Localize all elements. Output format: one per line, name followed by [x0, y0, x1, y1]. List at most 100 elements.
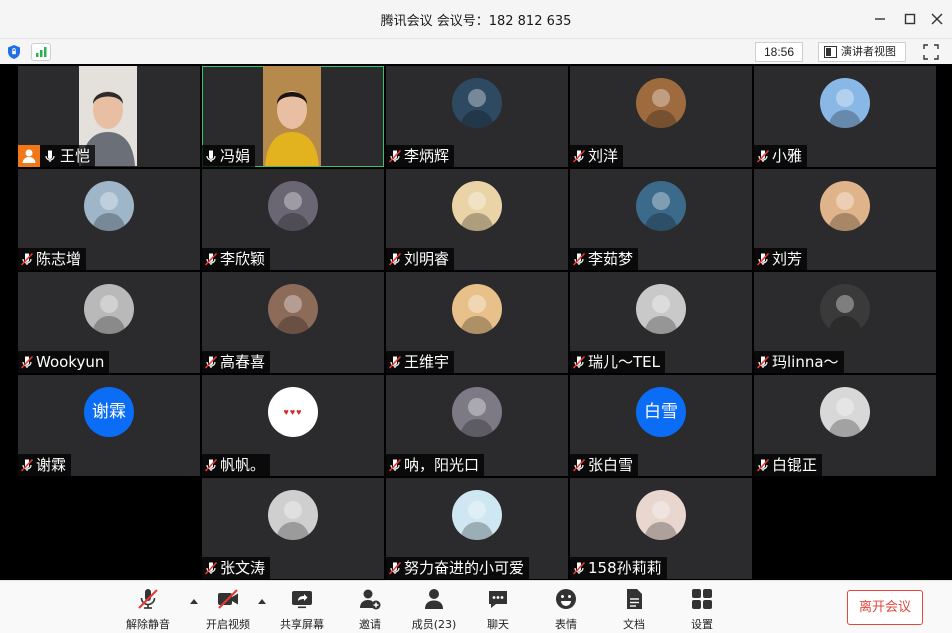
participant-tile[interactable]: 白锟正	[754, 375, 936, 476]
settings-button[interactable]: 设置	[672, 587, 732, 633]
unmute-button[interactable]: 解除静音	[118, 587, 178, 633]
microphone-muted-icon	[388, 149, 402, 163]
avatar	[636, 490, 686, 540]
participant-name-label: 玛linna～	[754, 351, 844, 373]
avatar	[268, 181, 318, 231]
participant-tile[interactable]: 刘明睿	[386, 169, 568, 270]
avatar	[268, 490, 318, 540]
participant-tile[interactable]: 小雅	[754, 66, 936, 167]
members-icon	[425, 589, 443, 609]
meeting-info-bar: 18:56 演讲者视图	[0, 38, 952, 64]
avatar-image	[84, 284, 134, 334]
minimize-button[interactable]	[869, 8, 891, 30]
smiley-icon	[556, 589, 576, 609]
members-button[interactable]: 成员(23)	[404, 587, 464, 633]
avatar	[636, 78, 686, 128]
microphone-muted-icon	[20, 252, 34, 266]
microphone-muted-icon	[20, 355, 34, 369]
participant-name-label: Wookyun	[18, 351, 110, 373]
invite-button[interactable]: 邀请	[340, 587, 400, 633]
participant-name-label: 瑞儿～TEL	[570, 351, 665, 373]
participant-name: 刘洋	[588, 147, 619, 165]
participant-name-label: 158孙莉莉	[570, 557, 667, 579]
camera-off-icon	[218, 589, 238, 609]
participant-tile[interactable]: 李欣颖	[202, 169, 384, 270]
participant-name-label: 李欣颖	[202, 248, 271, 270]
avatar-image	[452, 387, 502, 437]
participant-tile[interactable]: 谢霖 谢霖	[18, 375, 200, 476]
invite-label: 邀请	[359, 618, 381, 631]
microphone-muted-icon	[204, 458, 218, 472]
reactions-button[interactable]: 表情	[536, 587, 596, 633]
avatar-image	[820, 181, 870, 231]
participant-name: 玛linna～	[772, 353, 839, 371]
microphone-muted-icon	[572, 355, 586, 369]
participant-name-label: 刘明睿	[386, 248, 455, 270]
maximize-button[interactable]	[899, 8, 921, 30]
avatar-image	[84, 181, 134, 231]
network-signal-button[interactable]	[31, 43, 51, 61]
leave-meeting-button[interactable]: 离开会议	[847, 590, 923, 625]
presenter-view-button[interactable]: 演讲者视图	[818, 42, 906, 62]
microphone-muted-icon	[756, 149, 770, 163]
share-screen-button[interactable]: 共享屏幕	[272, 587, 332, 633]
microphone-muted-icon	[572, 458, 586, 472]
participant-tile[interactable]: 呐，阳光口	[386, 375, 568, 476]
participant-tile[interactable]: 刘芳	[754, 169, 936, 270]
participant-name: 王恺	[60, 147, 91, 165]
start-video-button[interactable]: 开启视频	[198, 587, 258, 633]
avatar-image	[636, 284, 686, 334]
microphone-muted-icon	[138, 589, 158, 609]
participant-name-label: 小雅	[754, 145, 808, 167]
invite-user-icon	[360, 589, 381, 610]
security-shield-icon[interactable]	[6, 44, 22, 60]
participant-name: 刘明睿	[404, 250, 450, 268]
participant-tile[interactable]: 白雪 张白雪	[570, 375, 752, 476]
microphone-icon	[45, 150, 55, 162]
participant-tile[interactable]: 陈志增	[18, 169, 200, 270]
minimize-icon	[875, 18, 885, 20]
meeting-time: 18:56	[755, 42, 803, 62]
participant-tile[interactable]: 冯娟	[202, 66, 384, 167]
participant-tile[interactable]: 王维宇	[386, 272, 568, 373]
avatar-image	[820, 284, 870, 334]
microphone-muted-icon	[756, 458, 770, 472]
close-icon	[931, 13, 943, 25]
documents-button[interactable]: 文档	[604, 587, 664, 633]
participant-tile[interactable]: 李茹梦	[570, 169, 752, 270]
participant-name: 刘芳	[772, 250, 803, 268]
avatar-image	[820, 387, 870, 437]
avatar-image	[636, 181, 686, 231]
video-options-chevron-icon[interactable]	[257, 597, 267, 605]
participant-name: 王维宇	[404, 353, 450, 371]
participant-tile[interactable]: 玛linna～	[754, 272, 936, 373]
microphone-muted-icon	[572, 252, 586, 266]
avatar-image	[452, 181, 502, 231]
avatar-image	[452, 490, 502, 540]
participant-tile[interactable]: Wookyun	[18, 272, 200, 373]
avatar	[820, 181, 870, 231]
chat-button[interactable]: 聊天	[468, 587, 528, 633]
participant-tile[interactable]: 李炳辉	[386, 66, 568, 167]
avatar-image	[636, 78, 686, 128]
participant-tile[interactable]: 刘洋	[570, 66, 752, 167]
participant-tile[interactable]: 王恺	[18, 66, 200, 167]
avatar-image	[268, 181, 318, 231]
fullscreen-icon[interactable]	[922, 43, 940, 61]
participant-tile[interactable]: 努力奋进的小可爱	[386, 478, 568, 579]
participant-name-label: 高春喜	[202, 351, 271, 373]
participant-tile[interactable]: 高春喜	[202, 272, 384, 373]
signal-strength-icon	[36, 47, 47, 57]
participant-tile[interactable]: 瑞儿～TEL	[570, 272, 752, 373]
window-title: 腾讯会议 会议号：182 812 635	[380, 14, 572, 29]
participant-tile[interactable]: ♥♥♥ 帆帆。	[202, 375, 384, 476]
participant-tile[interactable]: 158孙莉莉	[570, 478, 752, 579]
video-gallery: 王恺 冯娟 李炳辉 刘洋 小雅 陈志增 李欣颖 刘明睿 李茹梦 刘芳 Wooky…	[0, 64, 952, 580]
participant-tile[interactable]: 张文涛	[202, 478, 384, 579]
participant-name-label: 努力奋进的小可爱	[386, 557, 530, 579]
close-button[interactable]	[926, 8, 948, 30]
participant-name: 李茹梦	[588, 250, 634, 268]
avatar	[636, 284, 686, 334]
participant-name: 陈志增	[36, 250, 82, 268]
microphone-icon	[206, 150, 216, 162]
